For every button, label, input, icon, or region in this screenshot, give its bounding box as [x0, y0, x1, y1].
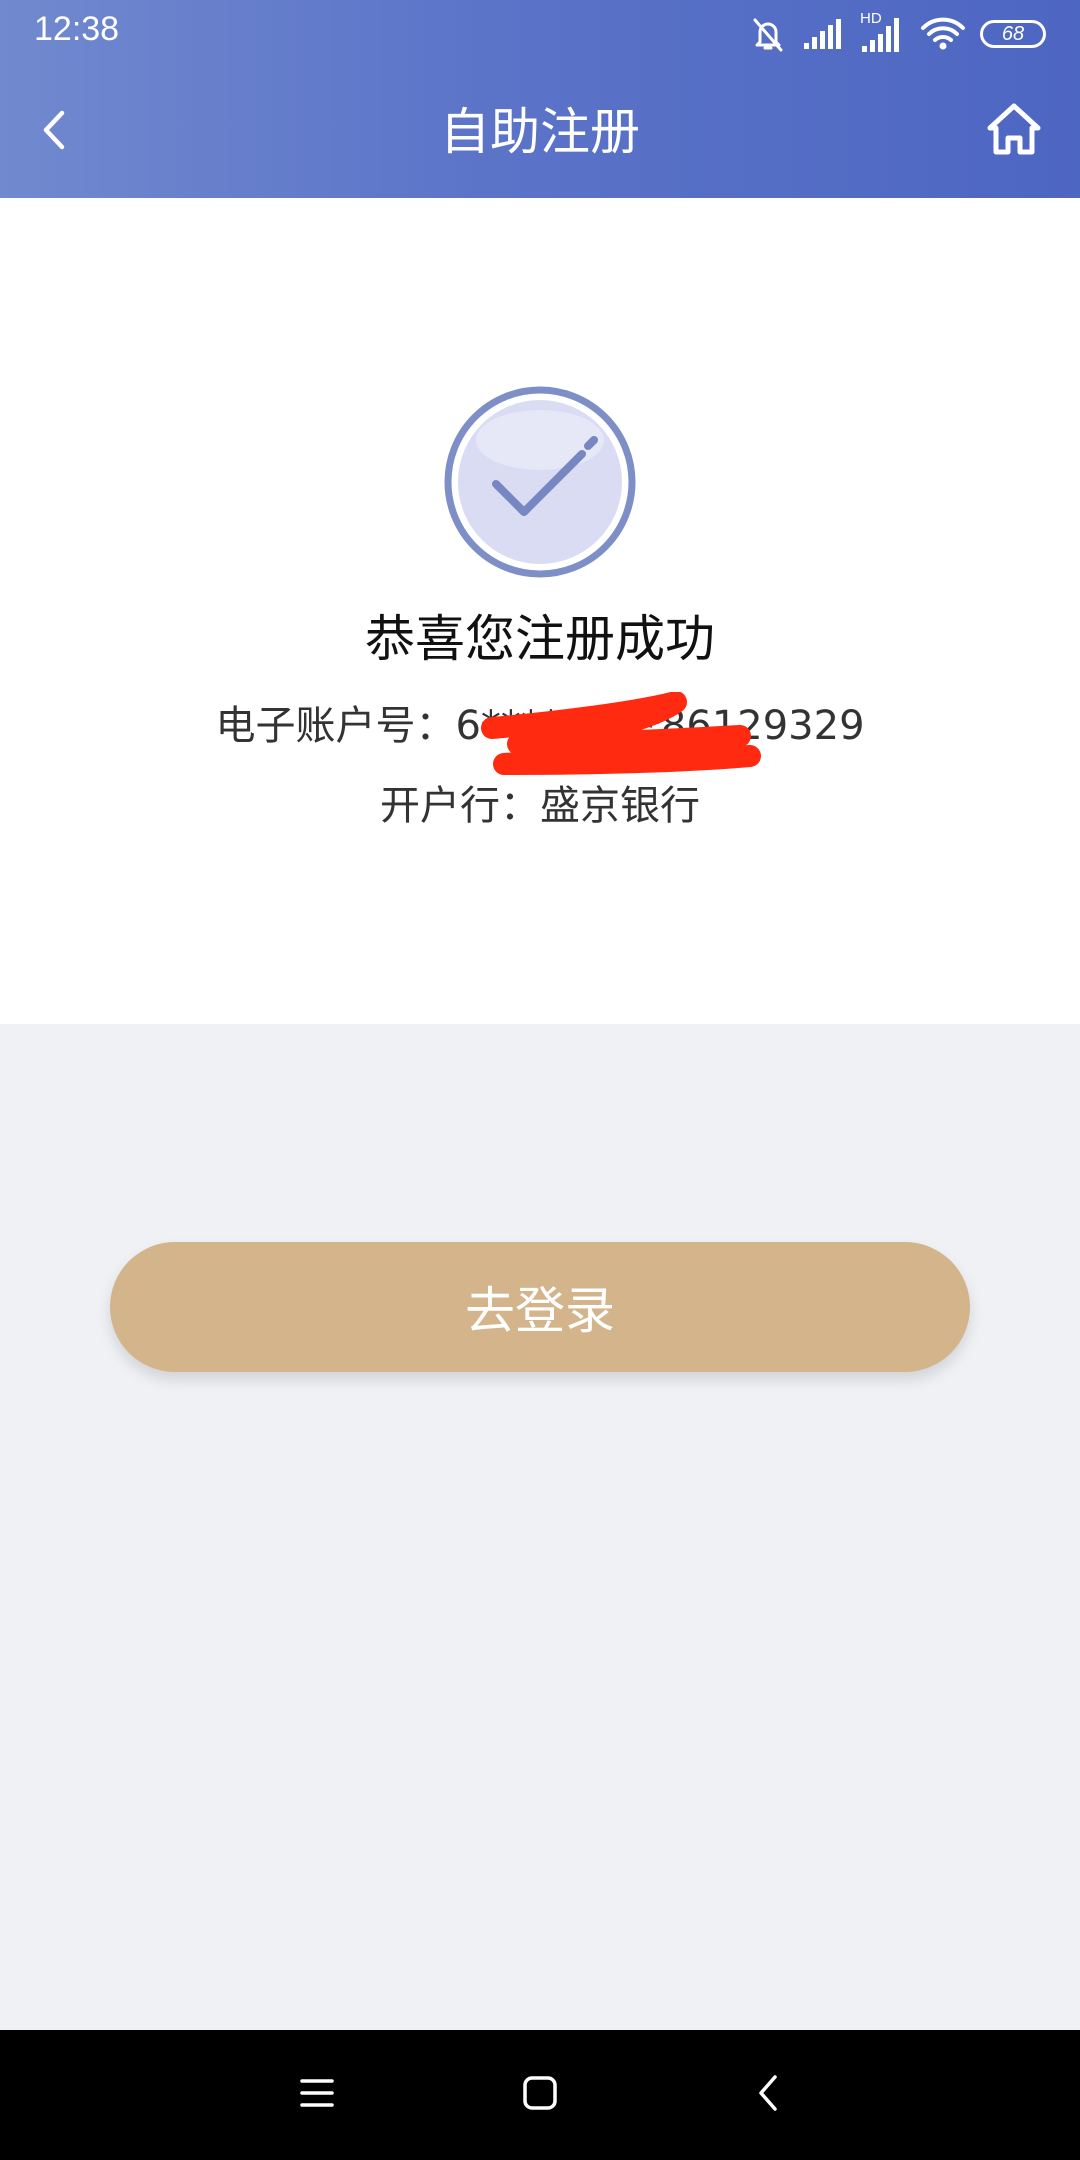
check-circle-icon	[442, 384, 638, 580]
success-card: 恭喜您注册成功 电子账户号：6*********86129329 开户行：盛京银…	[0, 198, 1080, 1024]
page-title: 自助注册	[440, 103, 640, 161]
account-number: 6*********86129329	[455, 703, 865, 749]
success-title: 恭喜您注册成功	[365, 610, 715, 668]
signal-hd-icon: HD	[860, 10, 906, 54]
home-button[interactable]	[976, 94, 1052, 170]
account-label: 电子账户号：	[215, 703, 456, 749]
wifi-icon	[920, 16, 966, 52]
status-time: 12:38	[34, 10, 120, 48]
nav-bar: 自助注册	[0, 66, 1080, 198]
status-bar: 12:38 HD 68	[0, 0, 1080, 66]
system-menu-button[interactable]	[282, 2060, 352, 2130]
bank-name: 盛京银行	[540, 783, 700, 829]
account-number-row: 电子账户号：6*********86129329	[0, 698, 1080, 754]
bank-label: 开户行：	[380, 783, 540, 829]
system-home-button[interactable]	[505, 2060, 575, 2130]
bell-off-icon	[748, 14, 788, 54]
status-icons: HD 68	[748, 10, 1046, 56]
signal-icon	[802, 17, 846, 51]
bank-row: 开户行：盛京银行	[0, 778, 1080, 834]
system-nav-bar	[0, 2030, 1080, 2160]
battery-icon: 68	[980, 20, 1046, 48]
home-icon	[984, 100, 1044, 164]
header: 12:38 HD 68 自助注册	[0, 0, 1080, 198]
chevron-left-icon	[753, 2073, 783, 2117]
system-back-button[interactable]	[733, 2060, 803, 2130]
menu-icon	[299, 2076, 335, 2114]
login-button[interactable]: 去登录	[110, 1242, 970, 1372]
hd-label: HD	[860, 10, 882, 27]
battery-level: 68	[1001, 22, 1025, 45]
square-icon	[522, 2075, 558, 2115]
